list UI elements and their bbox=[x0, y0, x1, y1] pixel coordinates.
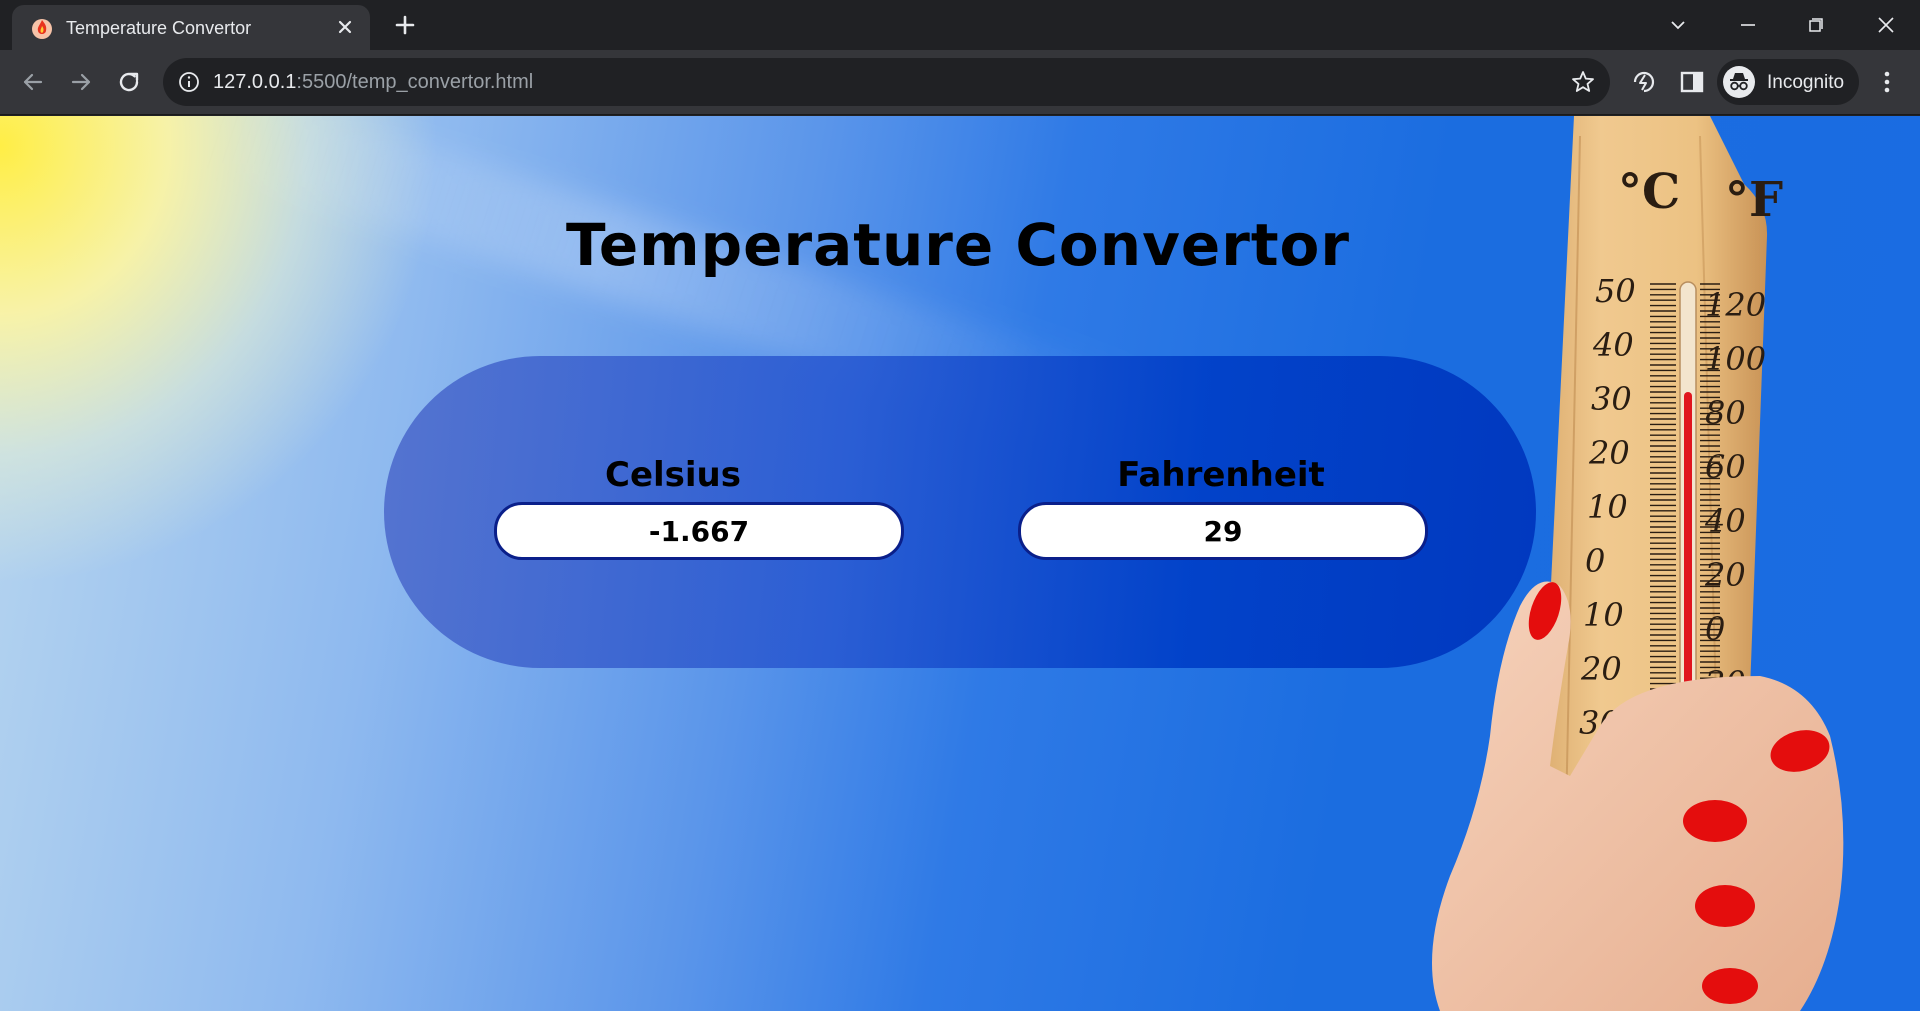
back-icon[interactable] bbox=[15, 64, 51, 100]
plus-icon[interactable] bbox=[390, 10, 420, 40]
fahrenheit-input[interactable] bbox=[1018, 502, 1428, 560]
fahrenheit-tick-label: 80 bbox=[1705, 394, 1746, 432]
page-viewport: Temperature Convertor Celsius Fahrenheit… bbox=[0, 116, 1920, 1011]
celsius-tick-label: 20 bbox=[1588, 434, 1630, 472]
fahrenheit-tick-label: 60 bbox=[1705, 448, 1746, 486]
thermometer-illustration: °C °F 5040302010010203040 12010080604020… bbox=[1432, 116, 1844, 1011]
incognito-icon bbox=[1723, 66, 1755, 98]
url-path: :5500/temp_convertor.html bbox=[296, 71, 534, 93]
minimize-icon[interactable] bbox=[1730, 8, 1766, 42]
finger-nail-4 bbox=[1702, 968, 1758, 1004]
url-text[interactable]: 127.0.0.1:5500/temp_convertor.html bbox=[213, 71, 533, 94]
flame-favicon-icon bbox=[32, 19, 52, 39]
fahrenheit-tick-label: 40 bbox=[1704, 502, 1746, 540]
chevron-down-icon[interactable] bbox=[1660, 8, 1696, 42]
profile-label: Incognito bbox=[1767, 72, 1845, 93]
info-icon[interactable] bbox=[177, 70, 201, 94]
celsius-tick-label: 40 bbox=[1592, 326, 1634, 364]
fahrenheit-tick-label: 0 bbox=[1705, 610, 1725, 648]
forward-icon[interactable] bbox=[63, 64, 99, 100]
celsius-tick-label: 20 bbox=[1580, 650, 1622, 688]
address-bar[interactable]: 127.0.0.1:5500/temp_convertor.html bbox=[163, 58, 1610, 106]
url-host: 127.0.0.1 bbox=[213, 71, 297, 93]
celsius-tick-label: 0 bbox=[1585, 542, 1605, 580]
window-close-icon[interactable] bbox=[1868, 8, 1904, 42]
celsius-tick-label: 10 bbox=[1583, 596, 1624, 634]
celsius-tick-label: 50 bbox=[1595, 272, 1636, 310]
fahrenheit-unit: °F bbox=[1725, 172, 1783, 228]
reload-icon[interactable] bbox=[111, 64, 147, 100]
performance-icon[interactable] bbox=[1627, 65, 1661, 99]
tab-strip: Temperature Convertor bbox=[0, 0, 1920, 50]
more-icon[interactable] bbox=[1872, 65, 1902, 99]
fahrenheit-tick-label: 100 bbox=[1705, 340, 1766, 378]
side-panel-icon[interactable] bbox=[1675, 65, 1709, 99]
active-tab[interactable]: Temperature Convertor bbox=[12, 5, 370, 50]
browser-toolbar: 127.0.0.1:5500/temp_convertor.html Incog… bbox=[0, 50, 1920, 115]
fahrenheit-label: Fahrenheit bbox=[1117, 455, 1325, 495]
fahrenheit-tick-label: 20 bbox=[1704, 556, 1746, 594]
finger-nail-3 bbox=[1695, 885, 1755, 927]
star-icon[interactable] bbox=[1570, 69, 1596, 95]
fahrenheit-tick-label: 120 bbox=[1705, 286, 1766, 324]
profile-button[interactable]: Incognito bbox=[1717, 59, 1859, 105]
celsius-input[interactable] bbox=[494, 502, 904, 560]
finger-nail-2 bbox=[1683, 800, 1747, 842]
celsius-tick-label: 10 bbox=[1587, 488, 1628, 526]
tab-title: Temperature Convertor bbox=[66, 18, 252, 38]
celsius-tick-label: 30 bbox=[1591, 380, 1632, 418]
celsius-label: Celsius bbox=[605, 455, 741, 495]
converter-panel: Celsius Fahrenheit bbox=[384, 356, 1536, 668]
celsius-unit: °C bbox=[1618, 164, 1680, 220]
restore-icon[interactable] bbox=[1798, 8, 1834, 42]
close-icon[interactable] bbox=[332, 14, 358, 40]
